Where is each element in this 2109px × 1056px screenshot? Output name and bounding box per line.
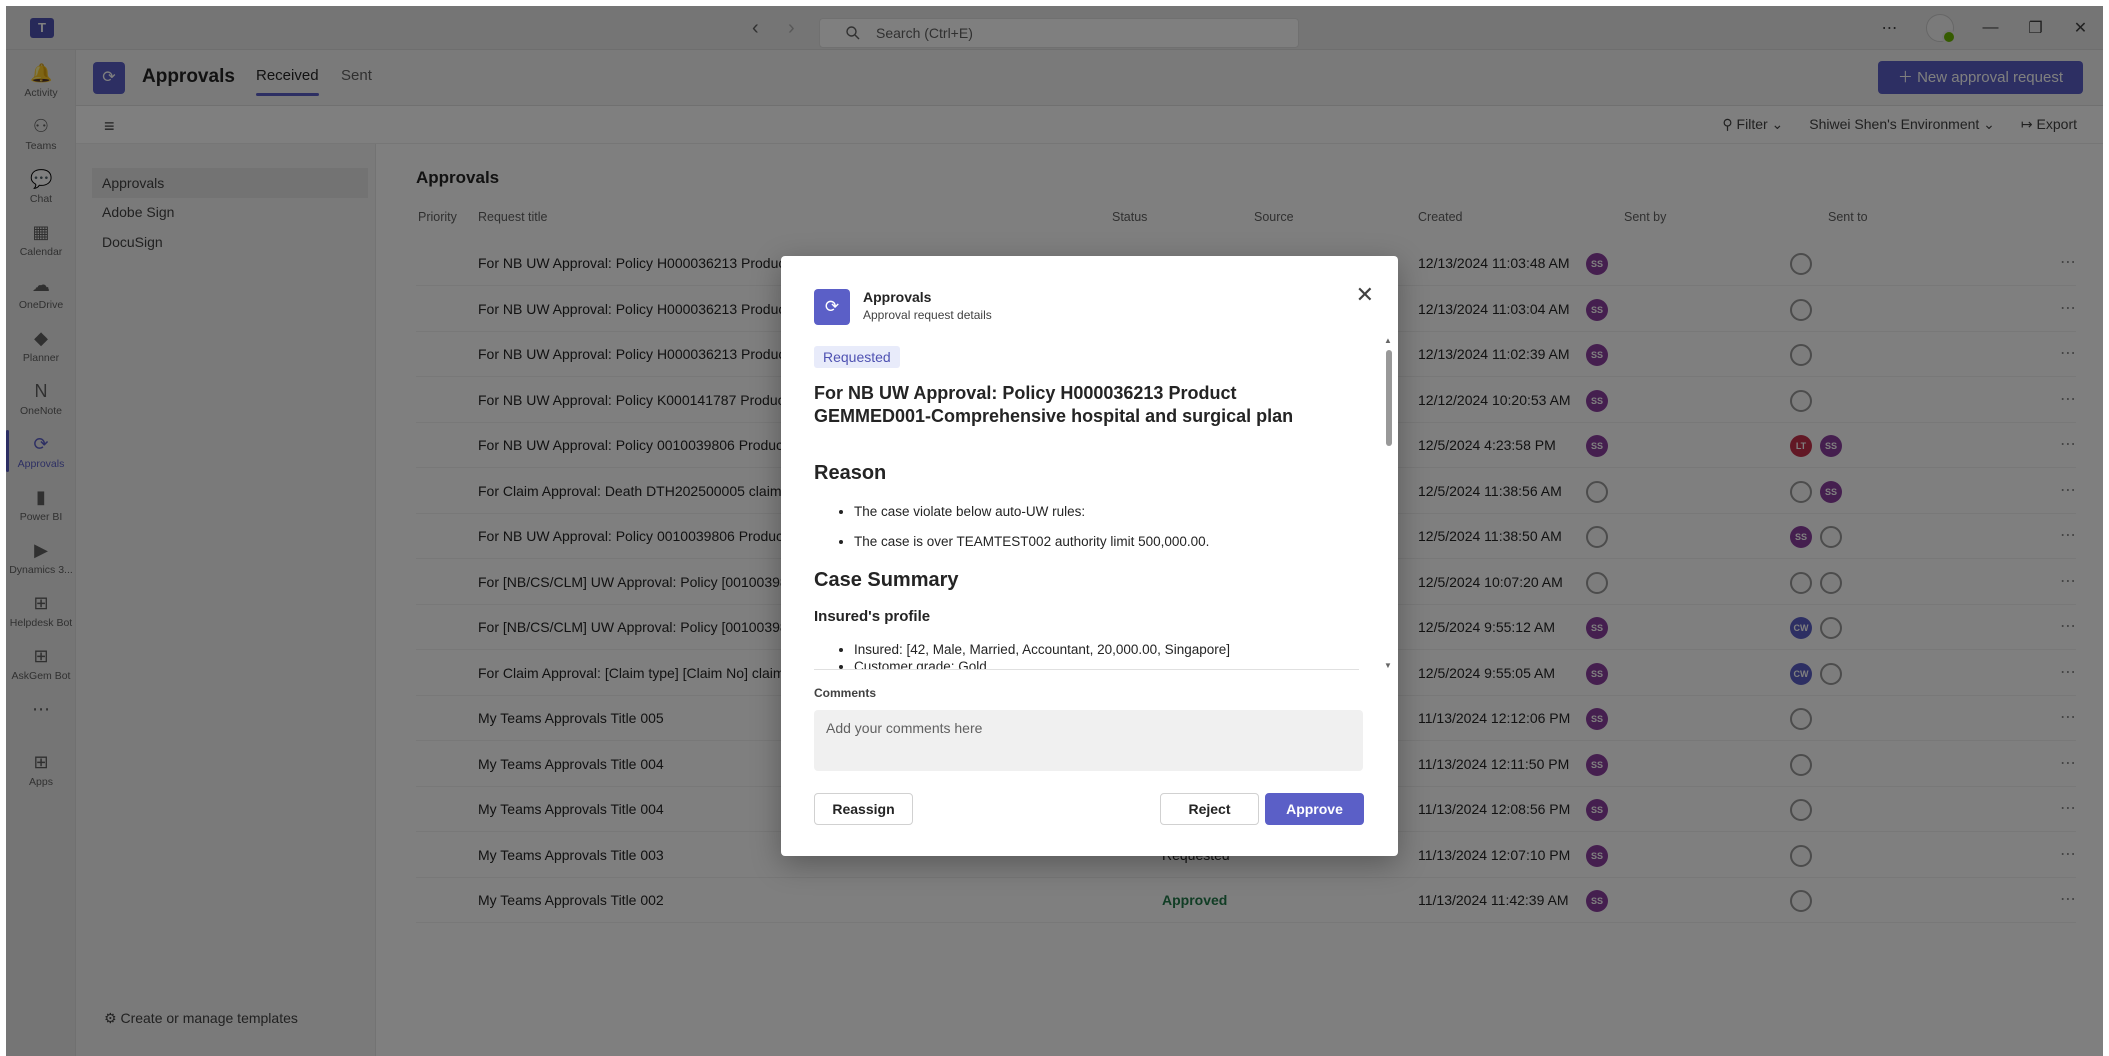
comments-label: Comments <box>814 686 877 700</box>
approve-button[interactable]: Approve <box>1265 793 1364 825</box>
details-scroll-area[interactable]: Requested For NB UW Approval: Policy H00… <box>814 336 1359 670</box>
request-title: For NB UW Approval: Policy H000036213 Pr… <box>814 383 1294 426</box>
scrollbar-thumb[interactable] <box>1386 350 1392 446</box>
reason-list: The case violate below auto-UW rules: Th… <box>814 497 1359 557</box>
approvals-icon: ⟳ <box>814 289 850 325</box>
scroll-up-icon[interactable]: ▲ <box>1384 336 1392 345</box>
profile-list: Insured: [42, Male, Married, Accountant,… <box>814 641 1359 669</box>
scrollbar[interactable]: ▲ ▼ <box>1384 336 1394 670</box>
approval-details-dialog: ⟳ Approvals Approval request details ✕ R… <box>781 256 1398 856</box>
comments-input[interactable]: Add your comments here <box>814 710 1363 771</box>
profile-item: Customer grade: Gold <box>854 658 1359 669</box>
reject-button[interactable]: Reject <box>1160 793 1259 825</box>
dialog-app-name: Approvals <box>863 289 932 305</box>
reason-item: The case violate below auto-UW rules: <box>854 497 1359 527</box>
insured-profile-heading: Insured's profile <box>814 608 931 625</box>
profile-item: Insured: [42, Male, Married, Accountant,… <box>854 641 1359 658</box>
close-icon[interactable]: ✕ <box>1356 282 1374 308</box>
scroll-down-icon[interactable]: ▼ <box>1384 661 1392 670</box>
reason-item: The case is over TEAMTEST002 authority l… <box>854 527 1359 557</box>
reason-heading: Reason <box>814 462 887 484</box>
status-badge: Requested <box>814 346 900 368</box>
case-summary-heading: Case Summary <box>814 569 959 591</box>
dialog-subtitle: Approval request details <box>863 308 992 322</box>
reassign-button[interactable]: Reassign <box>814 793 913 825</box>
